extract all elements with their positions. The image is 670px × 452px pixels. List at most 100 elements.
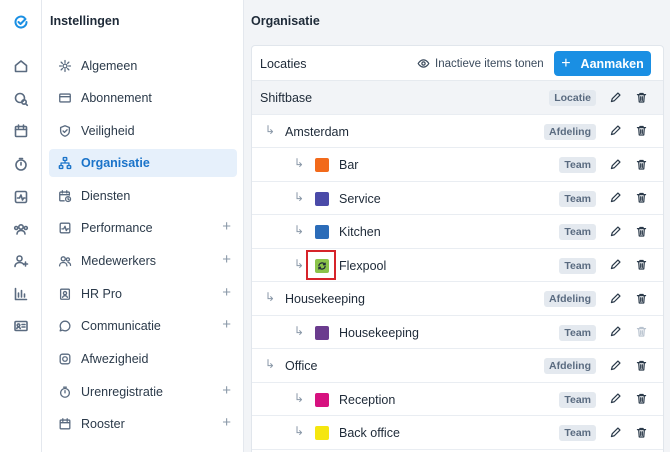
tree-row-label[interactable]: Flexpool — [339, 259, 386, 273]
tree-row-label[interactable]: Shiftbase — [260, 91, 312, 105]
delete-trash-icon[interactable] — [634, 392, 648, 406]
locations-panel: Locaties Inactieve items tonen + Aanmake… — [251, 45, 664, 452]
delete-trash-icon[interactable] — [634, 224, 648, 238]
sidebar-item-veiligheid[interactable]: Veiligheid — [49, 117, 237, 145]
edit-pencil-icon[interactable] — [608, 157, 622, 171]
edit-pencil-icon[interactable] — [608, 425, 622, 439]
tree-row-label[interactable]: Amsterdam — [285, 125, 349, 139]
tree-row-label[interactable]: Bar — [339, 158, 358, 172]
sidebar-item-diensten[interactable]: Diensten — [49, 182, 237, 210]
tree-row[interactable]: ↳ Bar Team — [252, 148, 663, 182]
type-badge: Afdeling — [544, 358, 596, 374]
tree-row[interactable]: ↳ Office Afdeling — [252, 349, 663, 383]
type-badge: Team — [559, 391, 596, 408]
type-badge: Team — [559, 224, 596, 240]
sidebar-item-afwezigheid[interactable]: Afwezigheid — [49, 345, 237, 373]
tree-row[interactable]: ↳ Back office Team — [252, 416, 663, 450]
child-arrow-icon: ↳ — [265, 357, 276, 371]
edit-pencil-icon[interactable] — [608, 191, 622, 205]
activity-icon — [57, 221, 72, 236]
delete-trash-icon[interactable] — [634, 258, 648, 272]
tree-row[interactable]: ↳ Amsterdam Afdeling — [252, 115, 663, 148]
tree-row-label[interactable]: Housekeeping — [339, 326, 419, 340]
stopwatch-icon[interactable] — [10, 153, 32, 175]
edit-pencil-icon[interactable] — [608, 224, 622, 238]
logo-check-icon[interactable] — [10, 11, 32, 33]
tree-row-label[interactable]: Service — [339, 192, 381, 206]
expand-plus-icon[interactable]: + — [222, 285, 231, 301]
eye-icon — [417, 59, 430, 68]
sidebar-item-rooster[interactable]: Rooster + — [49, 410, 237, 438]
sidebar-item-medewerkers[interactable]: Medewerkers + — [49, 247, 237, 275]
expand-plus-icon[interactable]: + — [222, 383, 231, 399]
delete-trash-icon[interactable] — [634, 90, 648, 104]
create-button[interactable]: + Aanmaken — [554, 51, 651, 76]
expand-plus-icon[interactable]: + — [222, 252, 231, 268]
type-badge: Team — [559, 157, 596, 173]
add-user-icon[interactable] — [10, 250, 32, 272]
type-badge: Team — [559, 324, 596, 341]
tree-row[interactable]: Shiftbase Locatie — [252, 81, 663, 115]
edit-pencil-icon[interactable] — [608, 392, 622, 406]
tree-row[interactable]: ↳ Kitchen Team — [252, 215, 663, 249]
edit-pencil-icon[interactable] — [608, 291, 622, 305]
calendar-icon — [57, 417, 72, 432]
type-badge: Team — [559, 190, 596, 207]
edit-pencil-icon[interactable] — [608, 258, 622, 272]
app-rail — [0, 0, 42, 452]
edit-pencil-icon[interactable] — [608, 358, 622, 372]
id-card-icon[interactable] — [10, 315, 32, 337]
sidebar-item-label: HR Pro — [81, 287, 122, 301]
expand-plus-icon[interactable]: + — [222, 219, 231, 235]
activity-icon[interactable] — [10, 186, 32, 208]
sidebar-item-organisatie[interactable]: Organisatie — [49, 149, 237, 177]
tree-row[interactable]: ↳ Service Team — [252, 182, 663, 215]
sidebar-item-algemeen[interactable]: Algemeen — [49, 52, 237, 80]
expand-plus-icon[interactable]: + — [222, 415, 231, 431]
child-arrow-icon: ↳ — [294, 323, 305, 338]
search-location-icon[interactable] — [10, 88, 32, 110]
type-badge: Team — [559, 257, 596, 274]
show-inactive-toggle[interactable]: Inactieve items tonen — [417, 57, 544, 70]
highlight-box — [306, 250, 336, 280]
sidebar-item-urenregistratie[interactable]: Urenregistratie + — [49, 378, 237, 406]
delete-trash-icon[interactable] — [634, 191, 648, 205]
tree-row[interactable]: ↳ Housekeeping Afdeling — [252, 282, 663, 316]
org-chart-icon — [57, 156, 72, 171]
tree-row[interactable]: ↳ Reception Team — [252, 383, 663, 416]
tree-row-label[interactable]: Reception — [339, 393, 395, 407]
page-title: Organisatie — [251, 14, 320, 28]
tree-row-label[interactable]: Kitchen — [339, 225, 381, 239]
sidebar-item-abonnement[interactable]: Abonnement — [49, 84, 237, 112]
sidebar-item-communicatie[interactable]: Communicatie + — [49, 312, 237, 340]
edit-pencil-icon[interactable] — [608, 124, 622, 138]
panel-title: Locaties — [260, 57, 307, 71]
tree-row[interactable]: ↳ Housekeeping Team — [252, 316, 663, 349]
team-color-swatch — [315, 392, 329, 407]
sidebar-item-performance[interactable]: Performance + — [49, 214, 237, 242]
edit-pencil-icon[interactable] — [608, 90, 622, 104]
delete-trash-icon[interactable] — [634, 291, 648, 305]
tree-row[interactable]: ↳ Flexpool Team — [252, 249, 663, 282]
credit-card-icon — [57, 91, 72, 106]
tree-row-label[interactable]: Housekeeping — [285, 292, 365, 306]
home-icon[interactable] — [10, 55, 32, 77]
expand-plus-icon[interactable]: + — [222, 317, 231, 333]
delete-trash-icon[interactable] — [634, 157, 648, 171]
team-icon[interactable] — [10, 218, 32, 240]
tree-row-label[interactable]: Back office — [339, 426, 400, 440]
delete-trash-icon[interactable] — [634, 425, 648, 439]
bar-chart-icon[interactable] — [10, 283, 32, 305]
settings-sidebar: Instellingen Algemeen Abonnement Veiligh… — [42, 0, 244, 452]
delete-trash-icon[interactable] — [634, 358, 648, 372]
tree-row-label[interactable]: Office — [285, 359, 317, 373]
sidebar-item-label: Abonnement — [81, 91, 152, 105]
type-badge: Afdeling — [544, 291, 596, 307]
sidebar-item-hr-pro[interactable]: HR Pro + — [49, 280, 237, 308]
delete-trash-icon[interactable] — [634, 124, 648, 138]
calendar-clock-icon — [57, 189, 72, 204]
child-arrow-icon: ↳ — [294, 390, 305, 405]
calendar-icon[interactable] — [10, 120, 32, 142]
edit-pencil-icon[interactable] — [608, 325, 622, 339]
plus-icon: + — [561, 54, 571, 72]
